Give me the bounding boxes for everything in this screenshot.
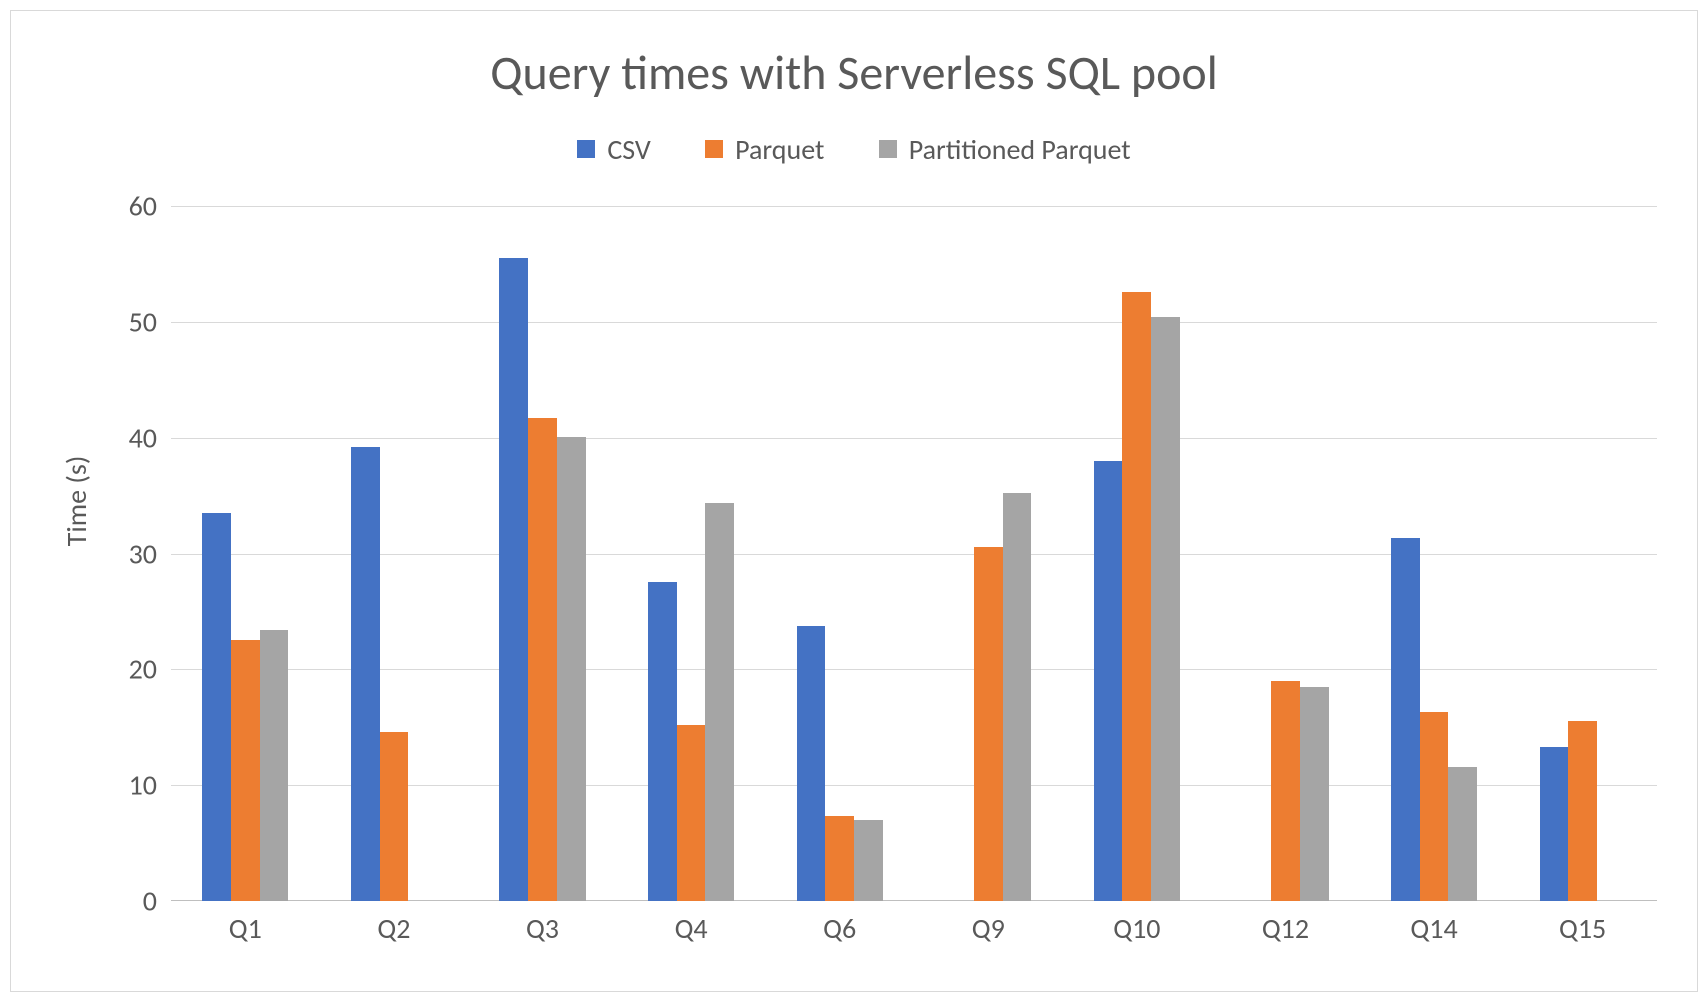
legend-item-csv: CSV	[577, 132, 651, 167]
y-tick-label: 40	[97, 420, 157, 455]
legend-item-parquet: Parquet	[705, 132, 824, 167]
y-tick-label: 20	[97, 652, 157, 687]
bar-group	[468, 206, 617, 901]
bar	[1391, 538, 1420, 901]
bar	[677, 725, 706, 901]
legend-label: CSV	[607, 132, 651, 167]
bar	[797, 626, 826, 901]
x-tick-label: Q4	[617, 911, 766, 946]
legend-swatch-icon	[879, 140, 897, 158]
legend-swatch-icon	[577, 140, 595, 158]
plot-area: 0102030405060Q1Q2Q3Q4Q6Q9Q10Q12Q14Q15	[171, 206, 1657, 901]
y-tick-label: 60	[97, 189, 157, 224]
bar-group	[171, 206, 320, 901]
bar-group	[914, 206, 1063, 901]
plot-inner: 0102030405060Q1Q2Q3Q4Q6Q9Q10Q12Q14Q15	[171, 206, 1657, 901]
bar	[648, 582, 677, 901]
columns	[171, 206, 1657, 901]
bar	[1151, 317, 1180, 901]
x-tick-label: Q10	[1063, 911, 1212, 946]
legend-label: Parquet	[735, 132, 824, 167]
bar	[231, 640, 260, 901]
chart-title: Query times with Serverless SQL pool	[11, 43, 1697, 102]
x-tick-label: Q2	[320, 911, 469, 946]
bar	[1448, 767, 1477, 901]
x-tick-label: Q1	[171, 911, 320, 946]
bar-group	[1360, 206, 1509, 901]
bar	[854, 820, 883, 901]
bar	[1300, 687, 1329, 901]
y-tick-label: 10	[97, 768, 157, 803]
x-labels: Q1Q2Q3Q4Q6Q9Q10Q12Q14Q15	[171, 911, 1657, 946]
bar-group	[1063, 206, 1212, 901]
x-tick-label: Q6	[765, 911, 914, 946]
legend-swatch-icon	[705, 140, 723, 158]
y-tick-label: 30	[97, 536, 157, 571]
bar	[202, 513, 231, 901]
bar	[557, 437, 586, 901]
bar	[705, 503, 734, 901]
bar	[499, 258, 528, 901]
bar	[260, 630, 289, 901]
bar	[351, 447, 380, 901]
bar	[1094, 461, 1123, 901]
x-tick-label: Q3	[468, 911, 617, 946]
y-axis-label: Time (s)	[59, 456, 94, 547]
x-tick-label: Q9	[914, 911, 1063, 946]
bar-group	[765, 206, 914, 901]
bar	[528, 418, 557, 901]
legend-item-partitioned-parquet: Partitioned Parquet	[879, 132, 1131, 167]
x-tick-label: Q14	[1360, 911, 1509, 946]
legend-label: Partitioned Parquet	[909, 132, 1131, 167]
bar-group	[1211, 206, 1360, 901]
y-tick-label: 0	[97, 884, 157, 919]
chart-legend: CSV Parquet Partitioned Parquet	[11, 131, 1697, 167]
x-tick-label: Q15	[1508, 911, 1657, 946]
bar	[825, 816, 854, 901]
y-tick-label: 50	[97, 304, 157, 339]
bar	[1003, 493, 1032, 901]
bar-group	[320, 206, 469, 901]
bar	[1420, 712, 1449, 901]
bar	[1568, 721, 1597, 901]
bar	[1540, 747, 1569, 901]
chart-frame: Query times with Serverless SQL pool CSV…	[10, 10, 1698, 992]
bar	[974, 547, 1003, 901]
bar-group	[1508, 206, 1657, 901]
x-tick-label: Q12	[1211, 911, 1360, 946]
bar	[1271, 681, 1300, 901]
bar-group	[617, 206, 766, 901]
bar	[1122, 292, 1151, 901]
bar	[380, 732, 409, 901]
